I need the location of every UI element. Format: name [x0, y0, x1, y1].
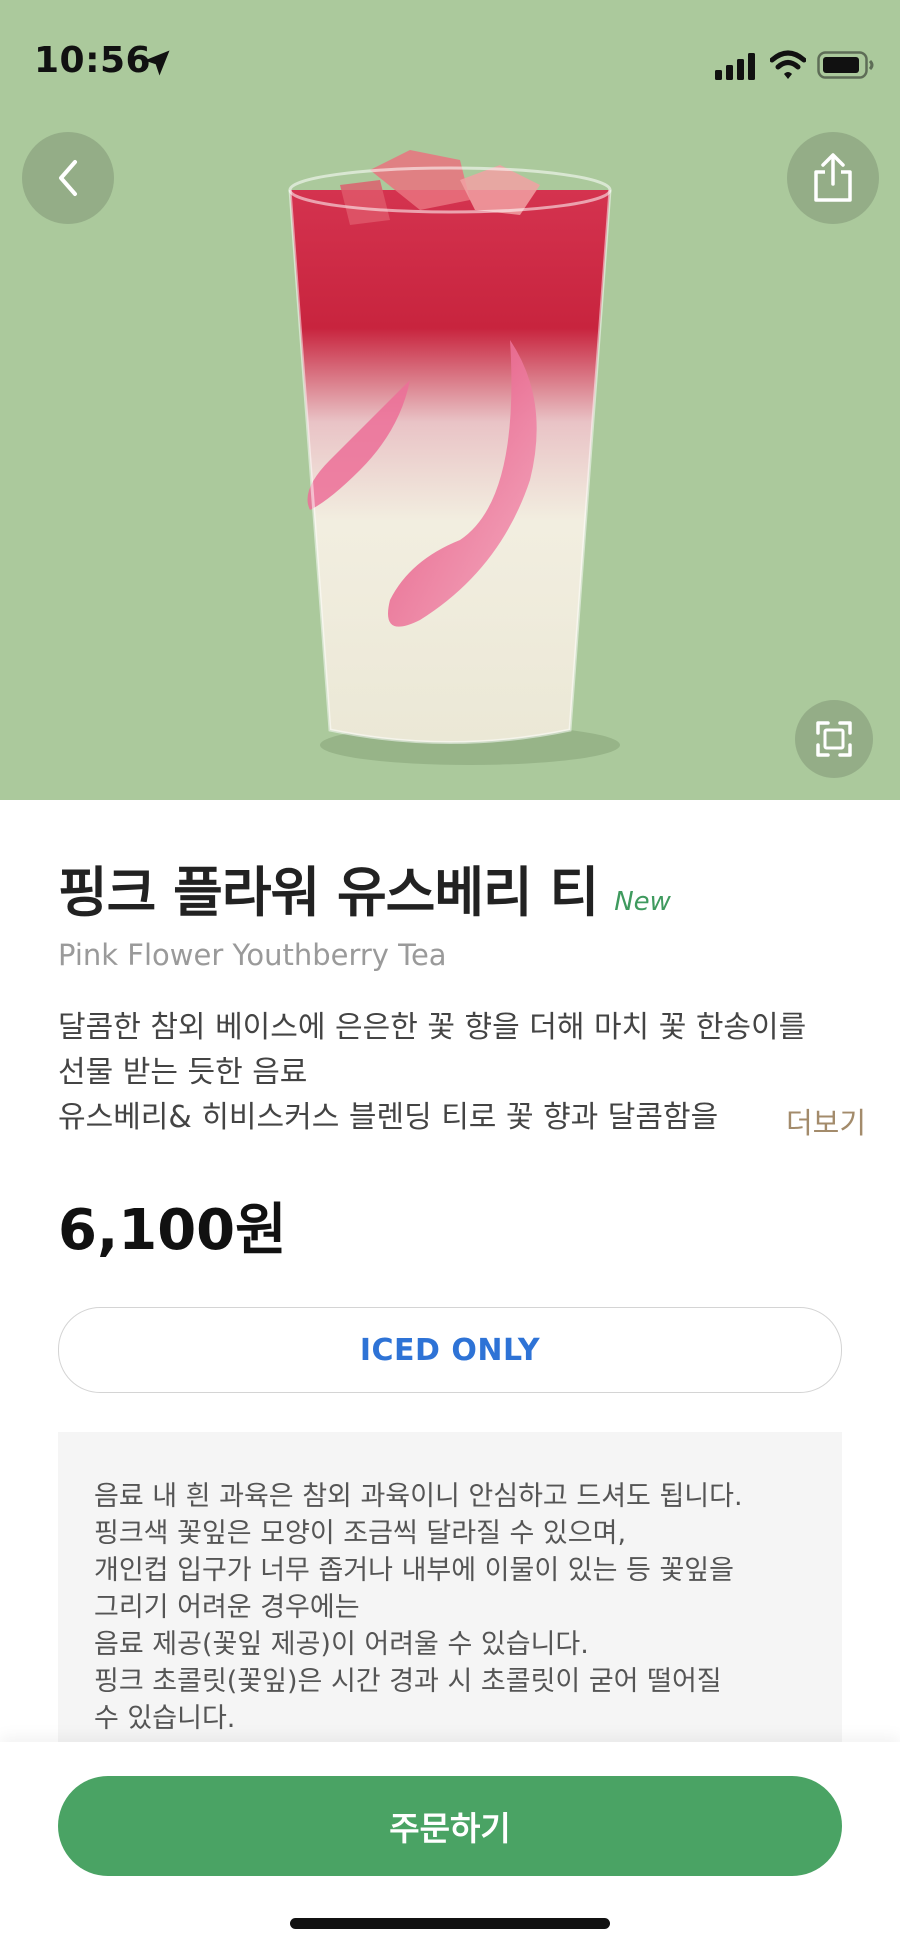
- order-button-label: 주문하기: [389, 1809, 511, 1848]
- product-hero: [0, 0, 900, 800]
- order-button[interactable]: 주문하기: [58, 1776, 842, 1876]
- title-row: 핑크 플라워 유스베리 티 New: [58, 848, 671, 927]
- wifi-icon: [770, 50, 806, 79]
- share-icon: [814, 153, 852, 202]
- product-price: 6,100원: [58, 1198, 287, 1263]
- notice-line: 핑크색 꽃잎은 모양이 조금씩 달라질 수 있으며,: [94, 1518, 627, 1549]
- product-title: 핑크 플라워 유스베리 티: [58, 861, 599, 924]
- expand-image-button[interactable]: [795, 700, 873, 778]
- more-button[interactable]: 더보기: [760, 1100, 867, 1142]
- temperature-option: ICED ONLY: [58, 1307, 842, 1393]
- battery-icon: [817, 51, 874, 79]
- share-button[interactable]: [787, 132, 879, 224]
- status-time: 10:56: [34, 40, 152, 81]
- back-button[interactable]: [22, 132, 114, 224]
- description-line: 선물 받는 듯한 음료: [58, 1055, 308, 1090]
- product-english-name: Pink Flower Youthberry Tea: [58, 938, 447, 972]
- notice-text: 음료 내 흰 과육은 참외 과육이니 안심하고 드셔도 됩니다. 핑크색 꽃잎은…: [94, 1478, 814, 1737]
- notice-line: 수 있습니다.: [94, 1703, 236, 1734]
- notice-line: 음료 내 흰 과육은 참외 과육이니 안심하고 드셔도 됩니다.: [94, 1481, 743, 1512]
- description-line: 유스베리& 히비스커스 블렌딩 티로 꽃 향과 달콤함을: [58, 1100, 719, 1135]
- fullscreen-icon: [816, 721, 852, 757]
- chevron-left-icon: [59, 160, 77, 196]
- new-badge: New: [614, 887, 671, 917]
- location-arrow-icon: [144, 50, 170, 76]
- drink-image: [288, 150, 620, 765]
- description-line: 달콤한 참외 베이스에 은은한 꽃 향을 더해 마치 꽃 한송이를: [58, 1010, 807, 1045]
- product-description: 달콤한 참외 베이스에 은은한 꽃 향을 더해 마치 꽃 한송이를 선물 받는 …: [58, 1005, 848, 1140]
- notice-line: 핑크 초콜릿(꽃잎)은 시간 경과 시 초콜릿이 굳어 떨어질: [94, 1666, 722, 1697]
- bottom-action-bar: 주문하기: [0, 1742, 900, 1949]
- notice-box: 음료 내 흰 과육은 참외 과육이니 안심하고 드셔도 됩니다. 핑크색 꽃잎은…: [58, 1432, 842, 1762]
- notice-line: 개인컵 입구가 너무 좁거나 내부에 이물이 있는 등 꽃잎을: [94, 1555, 734, 1586]
- home-indicator[interactable]: [290, 1918, 610, 1929]
- temperature-label: ICED ONLY: [359, 1332, 541, 1368]
- notice-line: 그리기 어려운 경우에는: [94, 1592, 360, 1623]
- status-bar: 10:56: [0, 0, 900, 120]
- notice-line: 음료 제공(꽃잎 제공)이 어려울 수 있습니다.: [94, 1629, 589, 1660]
- cellular-signal-icon: [715, 53, 755, 80]
